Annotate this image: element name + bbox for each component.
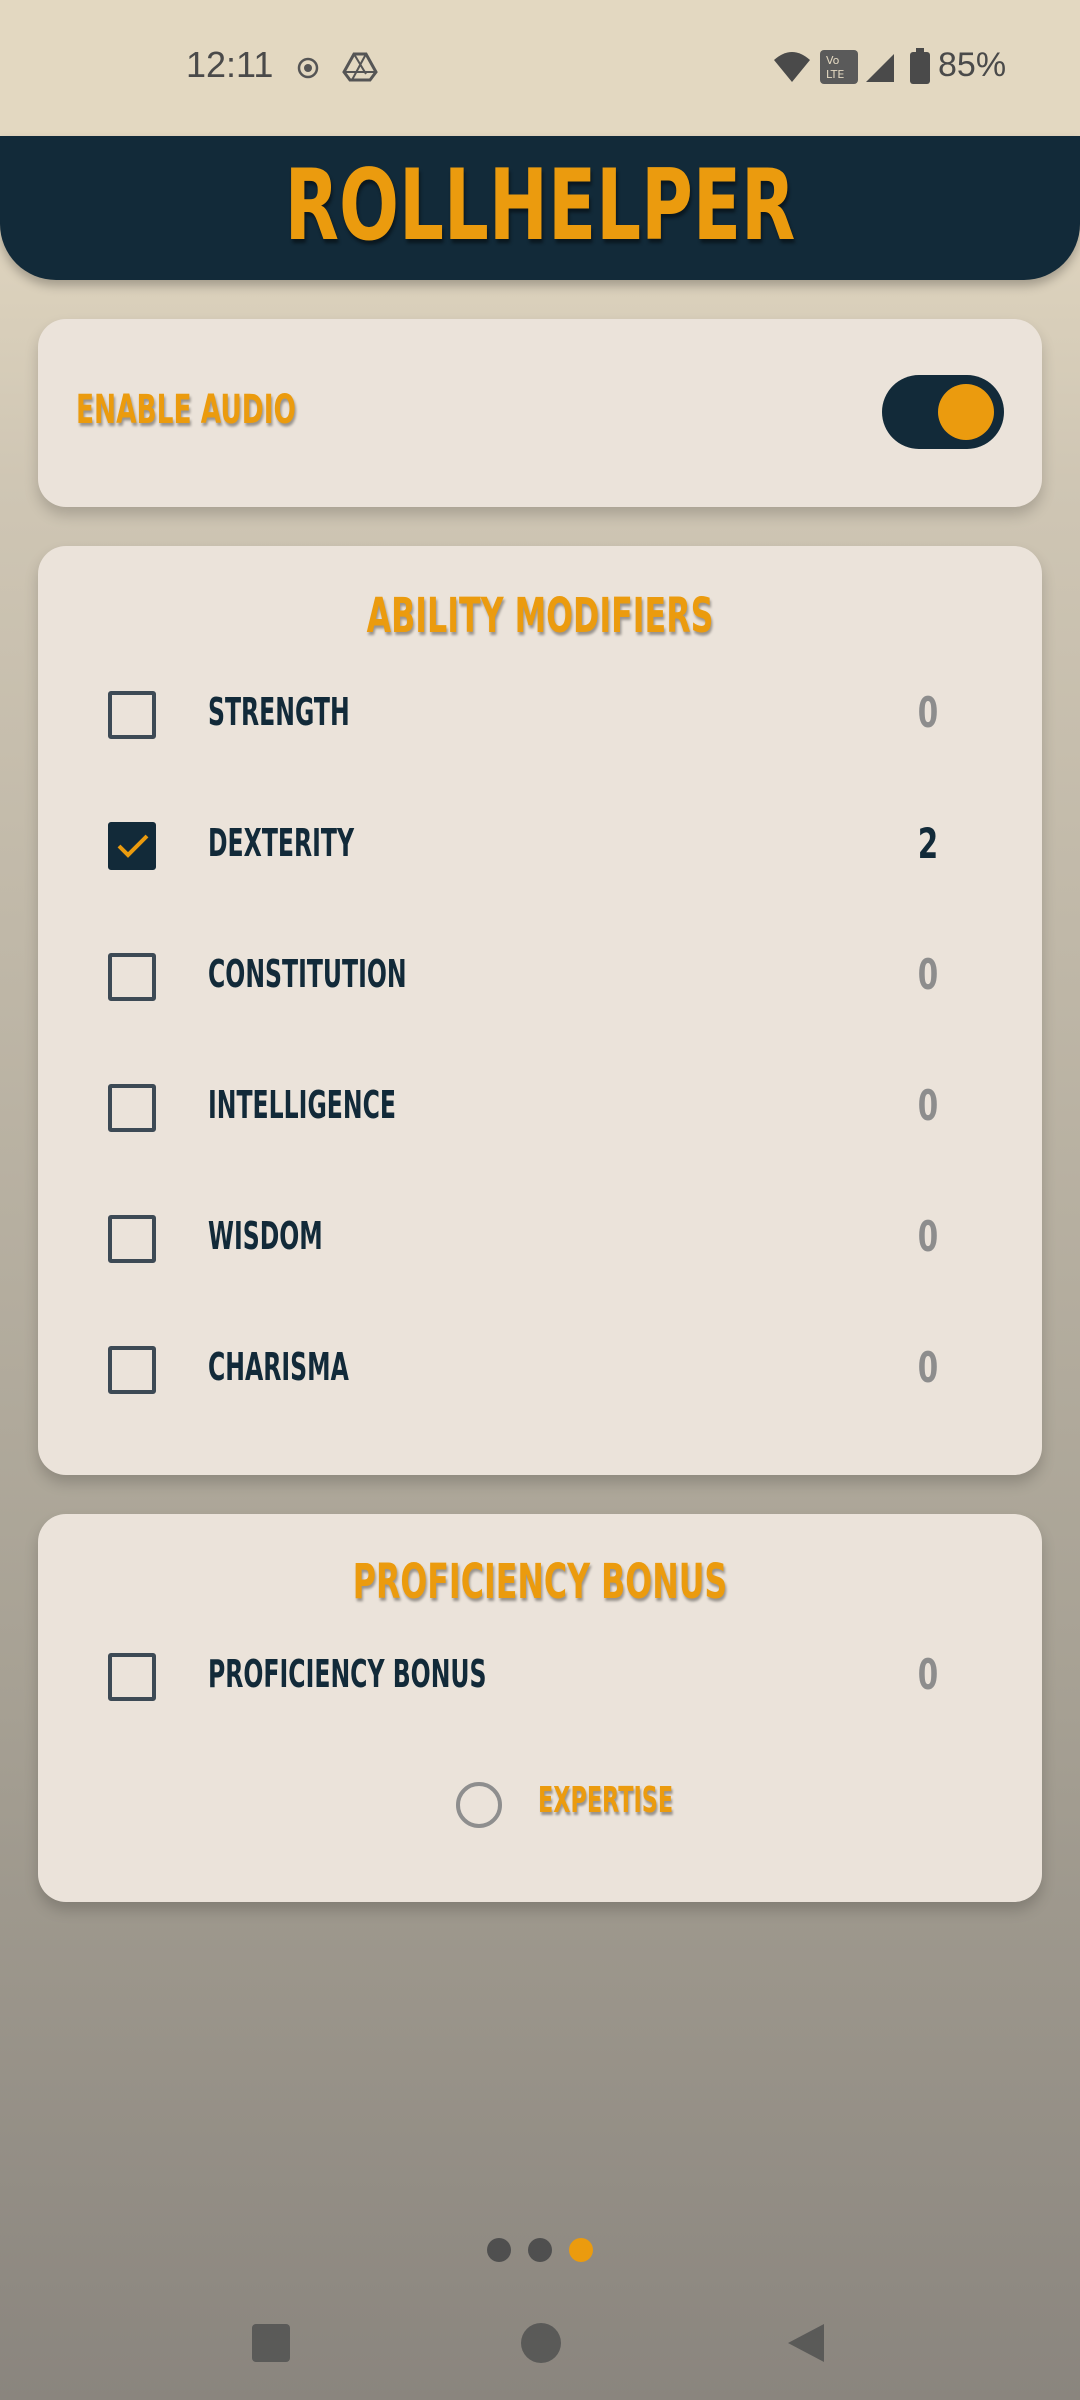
ability-value: 0 — [917, 950, 938, 999]
status-time: 12:11 — [186, 44, 274, 85]
svg-text:LTE: LTE — [826, 68, 844, 81]
ability-row-charisma[interactable]: CHARISMA 0 — [38, 1329, 1042, 1409]
intelligence-checkbox[interactable] — [108, 1084, 156, 1132]
battery-icon — [910, 48, 930, 89]
svg-text:Vo: Vo — [826, 54, 840, 67]
app-header: ROLLHELPER — [0, 136, 1080, 280]
enable-audio-label: ENABLE AUDIO — [76, 387, 296, 433]
ability-value: 0 — [917, 1343, 938, 1392]
recent-apps-icon[interactable] — [252, 2324, 290, 2367]
enable-audio-toggle[interactable] — [882, 375, 1004, 449]
home-icon[interactable] — [520, 2322, 562, 2369]
ability-row-intelligence[interactable]: INTELLIGENCE 0 — [38, 1067, 1042, 1147]
ability-row-strength[interactable]: STRENGTH 0 — [38, 674, 1042, 754]
status-bar: 12:11 Vo LTE 85% — [0, 0, 1080, 136]
wifi-icon — [772, 50, 812, 89]
constitution-checkbox[interactable] — [108, 953, 156, 1001]
ability-row-dexterity[interactable]: DEXTERITY 2 — [38, 805, 1042, 885]
proficiency-title: PROFICIENCY BONUS — [352, 1554, 728, 1610]
battery-percentage: 85% — [938, 46, 1007, 84]
ability-row-constitution[interactable]: CONSTITUTION 0 — [38, 936, 1042, 1016]
ability-label: CONSTITUTION — [208, 952, 407, 996]
expertise-label[interactable]: EXPERTISE — [538, 1780, 673, 1821]
audio-card: ENABLE AUDIO — [38, 319, 1042, 507]
ability-row-wisdom[interactable]: WISDOM 0 — [38, 1198, 1042, 1278]
back-icon[interactable] — [786, 2322, 826, 2369]
page-dot-2[interactable] — [528, 2238, 552, 2262]
ability-label: DEXTERITY — [208, 821, 355, 865]
ability-value: 2 — [917, 819, 938, 868]
ability-value: 0 — [917, 1212, 938, 1261]
proficiency-value: 0 — [917, 1650, 938, 1699]
strength-checkbox[interactable] — [108, 691, 156, 739]
ability-modifiers-card: ABILITY MODIFIERS STRENGTH 0 DEXTERITY 2… — [38, 546, 1042, 1475]
ability-modifiers-title: ABILITY MODIFIERS — [366, 588, 714, 644]
page-dot-1[interactable] — [487, 2238, 511, 2262]
signal-icon — [864, 52, 896, 89]
app-title: ROLLHELPER — [284, 149, 796, 263]
screen-record-icon — [296, 56, 320, 85]
ability-label: STRENGTH — [208, 690, 350, 734]
ability-value: 0 — [917, 1081, 938, 1130]
drive-icon — [342, 52, 378, 87]
dexterity-checkbox[interactable] — [108, 822, 156, 870]
ability-label: CHARISMA — [208, 1345, 349, 1389]
ability-label: WISDOM — [208, 1214, 323, 1258]
ability-value: 0 — [917, 688, 938, 737]
proficiency-card: PROFICIENCY BONUS PROFICIENCY BONUS 0 EX… — [38, 1514, 1042, 1902]
ability-label: INTELLIGENCE — [208, 1083, 396, 1127]
proficiency-checkbox[interactable] — [108, 1653, 156, 1701]
proficiency-label: PROFICIENCY BONUS — [208, 1652, 487, 1696]
page-dot-3[interactable] — [569, 2238, 593, 2262]
expertise-radio[interactable] — [456, 1782, 502, 1828]
checkmark-icon — [117, 834, 149, 858]
volte-icon: Vo LTE — [820, 50, 858, 89]
wisdom-checkbox[interactable] — [108, 1215, 156, 1263]
toggle-knob — [938, 384, 994, 440]
proficiency-row[interactable]: PROFICIENCY BONUS 0 — [38, 1636, 1042, 1716]
charisma-checkbox[interactable] — [108, 1346, 156, 1394]
